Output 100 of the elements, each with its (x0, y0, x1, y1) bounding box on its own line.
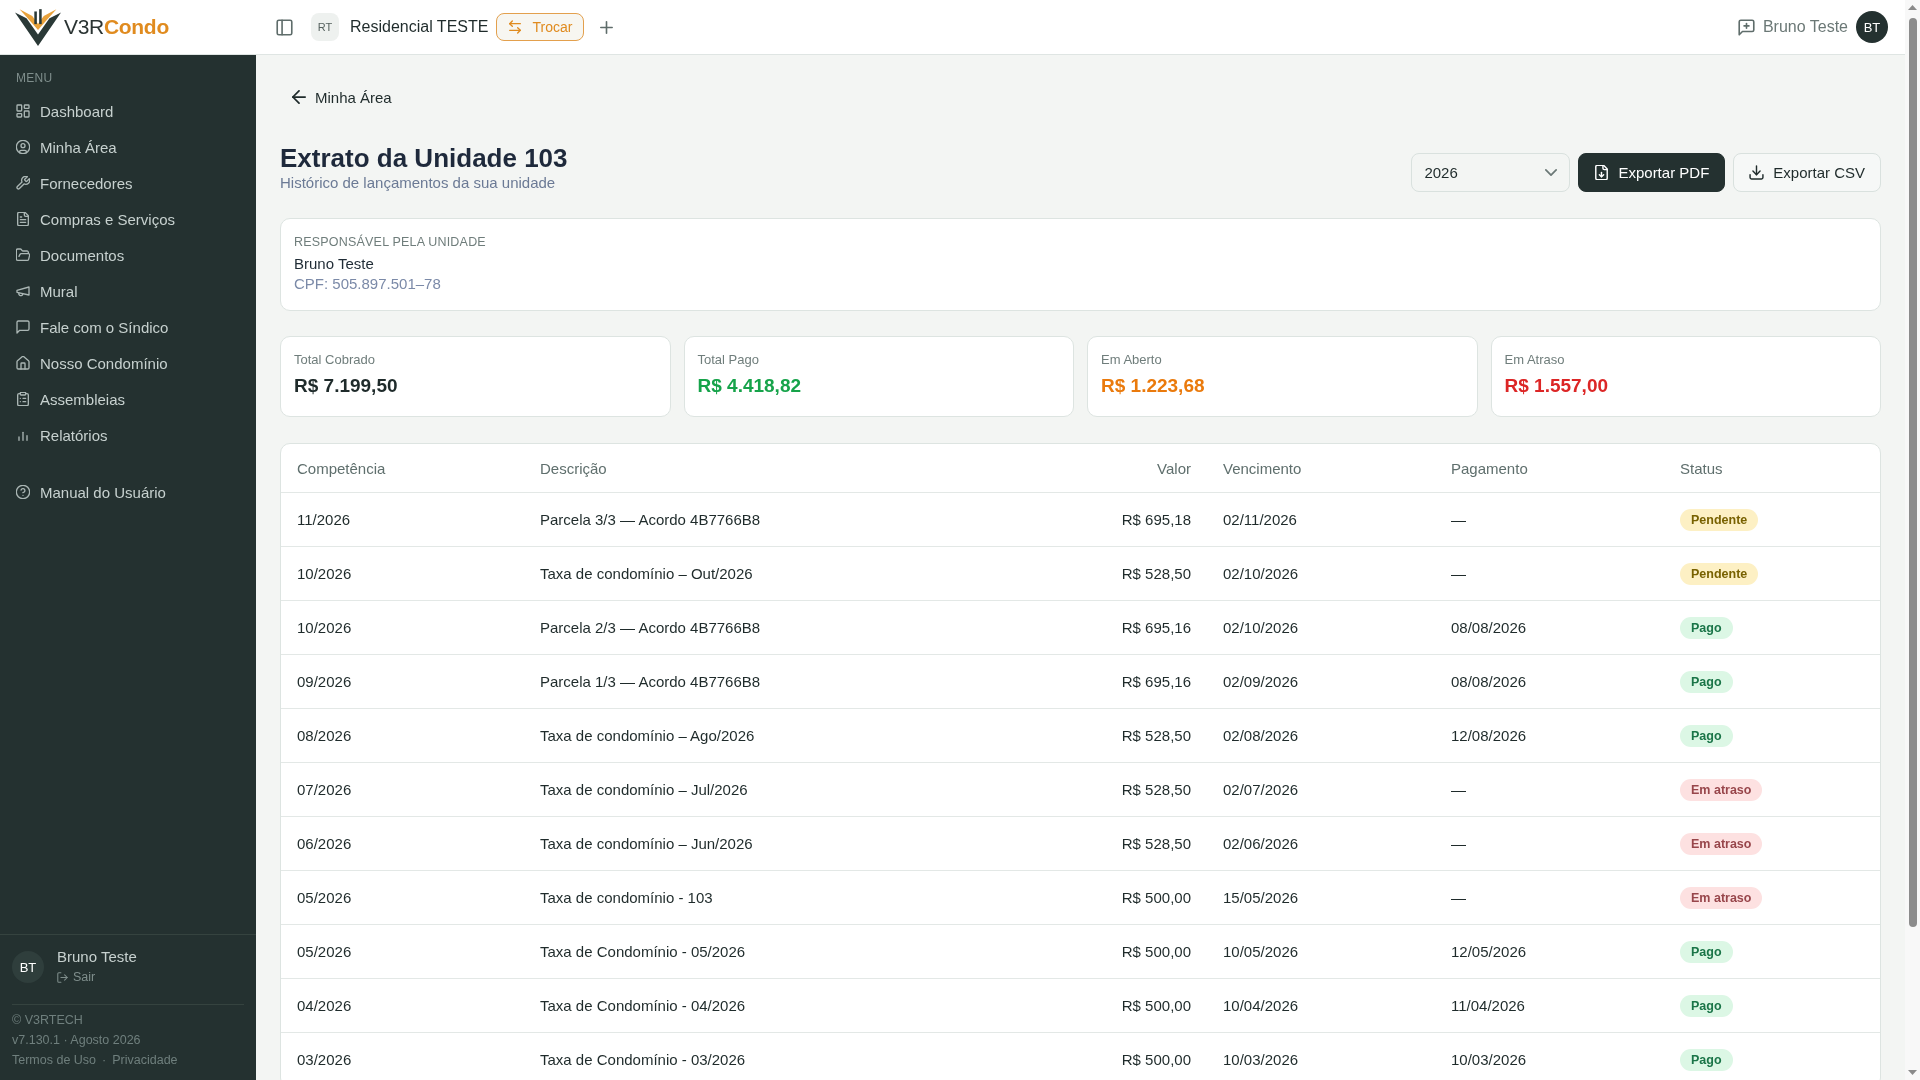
down-triangle-icon[interactable] (1908, 1070, 1917, 1075)
table-cell: — (1451, 835, 1466, 852)
stat-label: Em Aberto (1101, 352, 1162, 368)
user-name: Bruno Teste (1762, 18, 1848, 36)
document-icon (16, 212, 30, 226)
back-link[interactable]: Minha Área (292, 87, 392, 107)
table-cell: Taxa de Condomínio - 04/2026 (540, 997, 746, 1014)
wrench-icon (16, 176, 30, 190)
clipboard-icon (16, 392, 30, 406)
table-cell: Taxa de condomínio – Jul/2026 (540, 781, 748, 798)
table-cell: R$ 695,16 (1121, 619, 1191, 636)
table-cell: 09/2026 (297, 673, 352, 690)
table-cell: Taxa de condomínio - 103 (540, 889, 713, 906)
sidebar-item[interactable]: Minha Área (0, 129, 256, 165)
table-cell: R$ 528,50 (1121, 835, 1191, 852)
table-cell: 12/05/2026 (1451, 943, 1527, 960)
table-cell: Parcela 1/3 — Acordo 4B7766B8 (540, 673, 761, 690)
status-badge: Pago (1680, 940, 1733, 963)
table-cell: R$ 695,16 (1121, 673, 1191, 690)
sidebar-item[interactable]: Dashboard (0, 93, 256, 129)
column-header: Valor (1157, 459, 1191, 477)
table-cell: 11/04/2026 (1451, 997, 1525, 1014)
year-select[interactable]: 2026 (1411, 153, 1571, 192)
table-cell: 05/2026 (297, 943, 352, 960)
megaphone-icon (16, 284, 30, 298)
sidebar-item[interactable]: Relatórios (0, 417, 256, 453)
status-badge: Pago (1680, 616, 1733, 639)
table-cell: 10/05/2026 (1223, 943, 1299, 960)
table-cell: 03/2026 (297, 1051, 352, 1068)
sidebar-item[interactable]: Documentos (0, 237, 256, 273)
stat-label: Em Atraso (1504, 352, 1565, 368)
table-cell: 06/2026 (297, 835, 352, 852)
table-cell: 08/2026 (297, 727, 352, 744)
stat-value: R$ 7.199,50 (294, 374, 398, 398)
table-cell: 02/10/2026 (1223, 619, 1299, 636)
table-cell: 07/2026 (297, 781, 352, 798)
section-label: MENU (16, 70, 53, 86)
column-header: Status (1680, 459, 1723, 477)
chat-plus-icon[interactable] (1737, 18, 1755, 36)
table-cell: Taxa de condomínio – Jun/2026 (540, 835, 753, 852)
sidebar-item[interactable]: Compras e Serviços (0, 201, 256, 237)
sidebar-item[interactable]: Assembleias (0, 381, 256, 417)
status-badge: Pago (1680, 724, 1733, 747)
status-badge: Em atraso (1680, 778, 1763, 801)
up-triangle-icon[interactable] (1908, 5, 1917, 10)
stat-value: R$ 4.418,82 (697, 374, 802, 398)
table-cell: R$ 528,50 (1121, 727, 1191, 744)
document-number: CPF: 505.897.501–78 (294, 274, 441, 294)
page-title: Extrato da Unidade 103 (280, 142, 568, 174)
table-cell: — (1451, 565, 1466, 582)
page-subtitle: Histórico de lançamentos da sua unidade (280, 174, 556, 192)
user-name: Bruno Teste (57, 947, 137, 967)
status-badge: Pago (1680, 994, 1733, 1017)
table-cell: R$ 500,00 (1121, 889, 1191, 906)
table-cell: 04/2026 (297, 997, 352, 1014)
table-cell: 02/09/2026 (1223, 673, 1299, 690)
stat-value: R$ 1.557,00 (1504, 374, 1609, 398)
stat-label: Total Pago (697, 352, 759, 368)
table-cell: Taxa de condomínio – Ago/2026 (540, 727, 755, 744)
table-cell: 12/08/2026 (1451, 727, 1527, 744)
table-cell: 10/04/2026 (1223, 997, 1299, 1014)
table-cell: 02/07/2026 (1223, 781, 1299, 798)
column-header: Competência (297, 459, 386, 477)
status-badge: Pago (1680, 1048, 1733, 1071)
file-download-icon (1594, 165, 1610, 180)
sidebar-item[interactable]: Manual do Usuário (0, 474, 256, 510)
table-cell: R$ 500,00 (1121, 943, 1191, 960)
table-cell: 02/10/2026 (1223, 565, 1299, 582)
scrollbar-thumb[interactable] (1908, 18, 1917, 927)
user-avatar[interactable]: BT (1856, 11, 1888, 43)
export-button[interactable]: Exportar CSV (1733, 153, 1881, 192)
plus-icon[interactable] (598, 18, 616, 36)
grid-icon (16, 104, 30, 118)
sidebar-item[interactable]: Mural (0, 273, 256, 309)
table-cell: R$ 500,00 (1121, 1051, 1191, 1068)
logo-wordmark: V3RCondo (64, 15, 169, 39)
table-cell: Parcela 3/3 — Acordo 4B7766B8 (540, 511, 761, 528)
export-button[interactable]: Exportar PDF (1578, 153, 1726, 192)
table-cell: Taxa de Condomínio - 05/2026 (540, 943, 746, 960)
logout-icon (57, 971, 68, 983)
download-icon (1749, 165, 1765, 180)
condominium-avatar: RT (311, 13, 339, 41)
table-cell: R$ 500,00 (1121, 997, 1191, 1014)
sidebar-toggle-icon[interactable] (276, 18, 293, 36)
column-header: Vencimento (1223, 459, 1302, 477)
sidebar-item[interactable]: Fornecedores (0, 165, 256, 201)
logout-link[interactable]: Sair (57, 967, 96, 987)
sidebar-item[interactable]: Nosso Condomínio (0, 345, 256, 381)
table-cell: Parcela 2/3 — Acordo 4B7766B8 (540, 619, 761, 636)
table-cell: 10/2026 (297, 565, 352, 582)
sidebar-item[interactable]: Fale com o Síndico (0, 309, 256, 345)
table-cell: R$ 528,50 (1121, 781, 1191, 798)
link-separator: · (102, 1052, 107, 1069)
logo-icon (15, 8, 61, 46)
help-icon (16, 485, 30, 499)
owner-name: Bruno Teste (294, 254, 374, 274)
table-cell: Taxa de condomínio – Out/2026 (540, 565, 753, 582)
table-cell: 15/05/2026 (1223, 889, 1299, 906)
column-header: Descrição (540, 459, 607, 477)
table-cell: 10/03/2026 (1451, 1051, 1527, 1068)
